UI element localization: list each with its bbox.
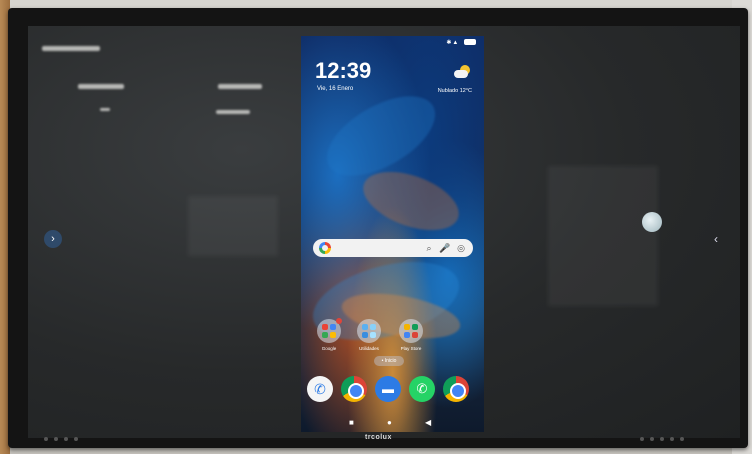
lockscreen-clock: 12:39: [315, 58, 372, 83]
weather-cloud-sun-icon: [454, 65, 470, 79]
whatsapp-icon[interactable]: ✆: [409, 376, 435, 402]
ceiling-light-reflection: [218, 84, 262, 89]
mirrored-phone-screen: ✱▲ 12:39 Vie, 16 Enero Nublado 12°C ⌕ 🎤 …: [301, 36, 484, 432]
app-label: Google: [321, 346, 337, 351]
bezel-button[interactable]: [54, 437, 58, 441]
lockscreen-date: Vie, 16 Enero: [317, 86, 354, 92]
phone-icon[interactable]: ✆: [307, 376, 333, 402]
bezel-button[interactable]: [44, 437, 48, 441]
bezel-button[interactable]: [640, 437, 644, 441]
side-expand-arrow-right[interactable]: ‹: [714, 232, 718, 246]
camera-icon[interactable]: [443, 376, 469, 402]
google-search-bar[interactable]: ⌕ 🎤 ◎: [313, 239, 473, 257]
status-icons: ✱▲: [446, 39, 476, 46]
status-bar: ✱▲: [309, 39, 476, 49]
monitor-brand-logo: trcolux: [365, 434, 392, 441]
nav-bar: ■ ● ◀: [301, 418, 484, 428]
photo-scene: › ‹ ✱▲ 12:39 Vie, 16 Enero Nublado 12°C …: [0, 0, 752, 454]
app-label: Utilidades: [359, 346, 379, 351]
signal-icon: ✱▲: [446, 40, 460, 46]
ceiling-light-reflection: [42, 46, 100, 51]
back-icon[interactable]: ◀: [425, 418, 431, 427]
mic-icon[interactable]: 🎤: [439, 242, 451, 254]
app-label: Play Store: [400, 346, 422, 351]
messages-icon[interactable]: ▬: [375, 376, 401, 402]
bezel-button[interactable]: [660, 437, 664, 441]
google-logo-icon: [319, 242, 331, 254]
window-reflection: [548, 166, 658, 306]
google-folder-icon[interactable]: Google: [317, 318, 342, 351]
monitor-bezel: › ‹ ✱▲ 12:39 Vie, 16 Enero Nublado 12°C …: [8, 8, 748, 448]
monitor-screen: › ‹ ✱▲ 12:39 Vie, 16 Enero Nublado 12°C …: [28, 26, 740, 438]
lens-icon[interactable]: ◎: [455, 242, 467, 254]
monitor-bottom-bezel: trcolux: [8, 432, 748, 448]
bezel-button[interactable]: [680, 437, 684, 441]
window-reflection: [188, 196, 278, 256]
ceiling-light-reflection: [216, 110, 250, 114]
floating-assist-ball[interactable]: [642, 212, 662, 232]
ceiling-light-reflection: [100, 108, 110, 111]
notification-badge: [336, 318, 342, 324]
battery-icon: [464, 39, 476, 46]
bezel-button[interactable]: [74, 437, 78, 441]
utilities-folder-icon[interactable]: Utilidades: [357, 319, 381, 351]
home-icon[interactable]: ●: [387, 418, 392, 427]
bezel-button[interactable]: [670, 437, 674, 441]
search-icon[interactable]: ⌕: [423, 242, 435, 254]
weather-text: Nublado 12°C: [437, 88, 472, 94]
recents-icon[interactable]: ■: [349, 418, 354, 427]
side-expand-arrow-left[interactable]: ›: [44, 230, 62, 248]
bezel-button[interactable]: [64, 437, 68, 441]
ceiling-light-reflection: [78, 84, 124, 89]
chrome-icon[interactable]: [341, 376, 367, 402]
bezel-button[interactable]: [650, 437, 654, 441]
page-indicator[interactable]: • Inicio: [374, 356, 404, 366]
play-store-folder-icon[interactable]: Play Store: [399, 319, 423, 351]
